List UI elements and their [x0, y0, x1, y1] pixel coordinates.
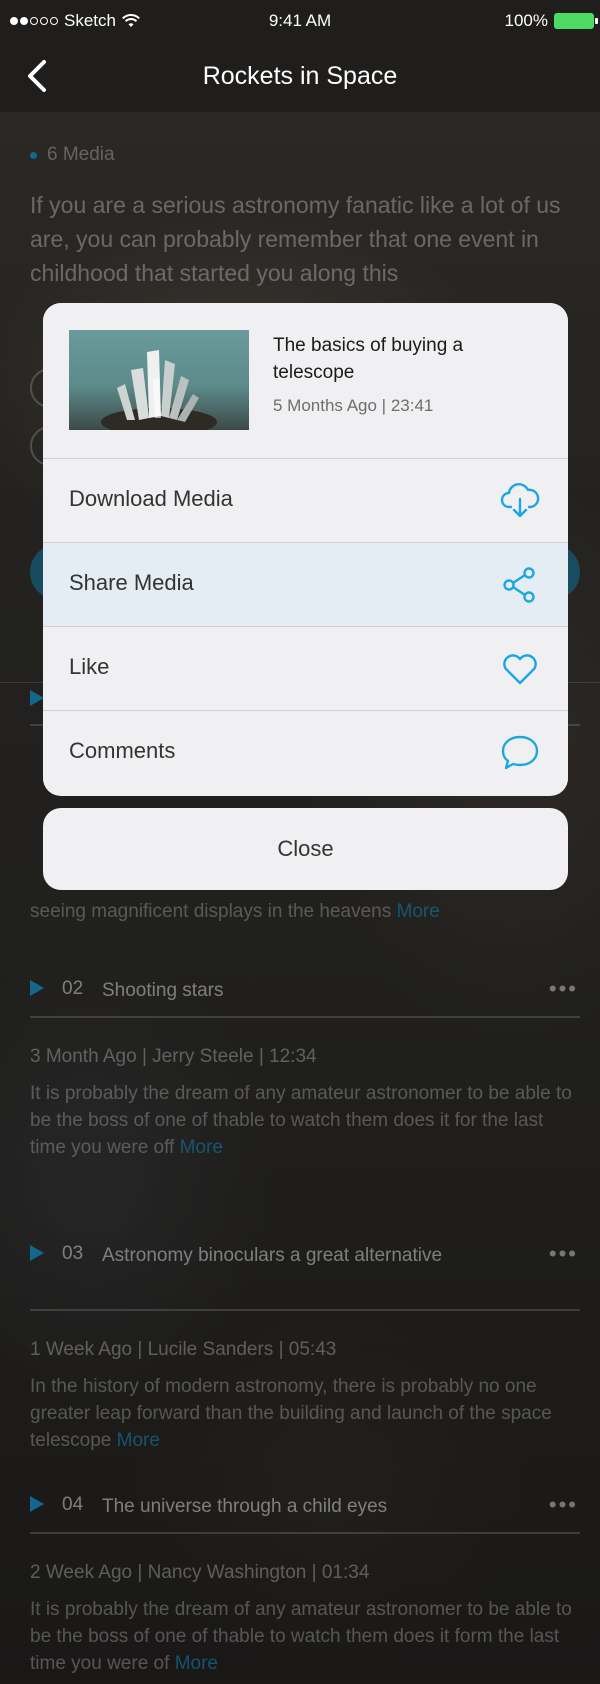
cloud-download-icon — [500, 483, 540, 518]
battery-icon — [554, 13, 598, 29]
media-thumbnail — [69, 330, 249, 430]
heart-icon — [503, 654, 537, 685]
like-option[interactable]: Like — [43, 626, 568, 710]
status-bar: Sketch 9:41 AM 100% — [0, 0, 600, 40]
option-label: Comments — [69, 738, 176, 763]
battery-percent: 100% — [504, 11, 548, 30]
option-label: Download Media — [69, 486, 233, 511]
option-label: Like — [69, 654, 110, 679]
share-icon — [503, 567, 535, 603]
page-title: Rockets in Space — [202, 62, 398, 90]
comment-bubble-icon — [501, 735, 539, 770]
close-label: Close — [277, 836, 334, 861]
close-button[interactable]: Close — [43, 808, 568, 890]
media-action-sheet: The basics of buying a telescope 5 Month… — [43, 303, 568, 796]
battery-info: 100% — [504, 11, 598, 31]
navigation-bar: Rockets in Space — [0, 40, 600, 112]
option-label: Share Media — [69, 570, 194, 595]
comments-option[interactable]: Comments — [43, 710, 568, 794]
media-title: The basics of buying a telescope — [273, 335, 464, 383]
download-media-option[interactable]: Download Media — [43, 458, 568, 542]
share-media-option[interactable]: Share Media — [43, 542, 568, 626]
media-meta: 5 Months Ago | 23:41 — [273, 396, 434, 415]
media-preview: The basics of buying a telescope 5 Month… — [43, 303, 568, 458]
